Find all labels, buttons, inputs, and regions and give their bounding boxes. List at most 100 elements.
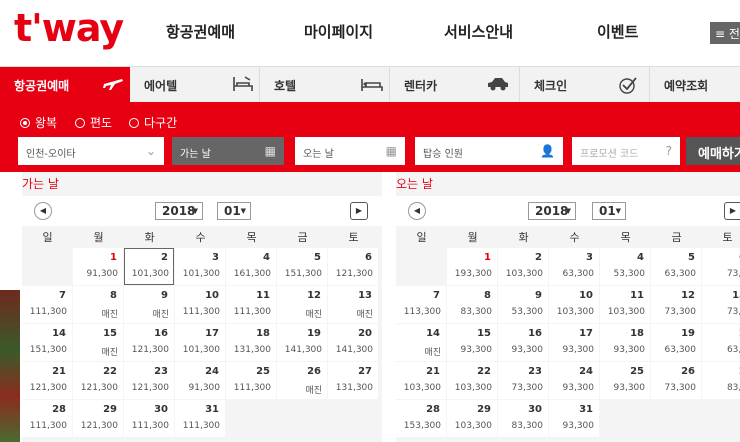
date-cell[interactable]: 8 83,300 <box>447 286 497 323</box>
calendar-header: ◀ 2018 ▼ 01 ▼ ▶ <box>22 196 382 226</box>
date-cell[interactable]: 1 91,300 <box>73 248 123 285</box>
date-cell[interactable]: 11 111,300 <box>226 286 276 323</box>
tab-rentcar[interactable]: 렌터카 <box>390 67 520 103</box>
date-cell[interactable]: 12 매진 <box>277 286 327 323</box>
return-date-field[interactable]: 오는 날 ▦ <box>295 137 405 165</box>
date-cell[interactable]: 13 73,3 <box>702 286 740 323</box>
fare-price: 63,3 <box>726 345 740 355</box>
date-cell[interactable]: 10 111,300 <box>175 286 225 323</box>
date-cell[interactable]: 16 121,300 <box>124 324 174 361</box>
date-cell[interactable]: 30 83,300 <box>498 400 548 437</box>
date-cell[interactable]: 4 161,300 <box>226 248 276 285</box>
all-menu-button[interactable]: ≡ 전 <box>710 22 740 44</box>
date-cell[interactable]: 28 153,300 <box>396 400 446 437</box>
year-select[interactable]: 2018 ▼ <box>528 202 576 220</box>
date-cell[interactable]: 2 101,300 <box>124 248 174 285</box>
tab-flight[interactable]: 항공권예매 <box>0 67 130 103</box>
tab-checkin[interactable]: 체크인 <box>520 67 650 103</box>
date-number: 26 <box>681 366 695 377</box>
date-cell[interactable]: 5 63,300 <box>651 248 701 285</box>
date-cell[interactable]: 23 73,300 <box>498 362 548 399</box>
route-select[interactable]: 인천-오이타 ⌄ <box>18 137 164 165</box>
date-cell[interactable]: 22 121,300 <box>73 362 123 399</box>
date-cell[interactable]: 3 101,300 <box>175 248 225 285</box>
date-cell[interactable]: 22 103,300 <box>447 362 497 399</box>
date-cell[interactable]: 19 63,300 <box>651 324 701 361</box>
date-cell[interactable]: 6 121,300 <box>328 248 378 285</box>
date-cell[interactable]: 24 93,300 <box>549 362 599 399</box>
prev-month-button[interactable]: ◀ <box>408 202 426 220</box>
date-cell[interactable]: 9 53,300 <box>498 286 548 323</box>
fare-price: 111,300 <box>131 421 169 431</box>
date-cell[interactable]: 4 53,300 <box>600 248 650 285</box>
depart-date-field[interactable]: 가는 날 ▦ <box>172 137 284 165</box>
passenger-field[interactable]: 탑승 인원 👤 <box>415 137 563 165</box>
date-cell[interactable]: 17 93,300 <box>549 324 599 361</box>
trip-oneway-radio[interactable]: 편도 <box>75 114 112 131</box>
date-cell[interactable]: 14 매진 <box>396 324 446 361</box>
nav-mypage[interactable]: 마이페이지 <box>304 21 373 42</box>
date-cell[interactable]: 7 113,300 <box>396 286 446 323</box>
date-cell[interactable]: 24 91,300 <box>175 362 225 399</box>
nav-booking[interactable]: 항공권예매 <box>166 21 235 42</box>
date-cell[interactable]: 5 151,300 <box>277 248 327 285</box>
date-cell[interactable]: 8 매진 <box>73 286 123 323</box>
date-cell[interactable]: 23 121,300 <box>124 362 174 399</box>
date-cell[interactable]: 7 111,300 <box>22 286 72 323</box>
nav-service[interactable]: 서비스안내 <box>444 21 513 42</box>
date-cell[interactable]: 26 매진 <box>277 362 327 399</box>
date-cell[interactable]: 18 93,300 <box>600 324 650 361</box>
date-cell[interactable]: 17 101,300 <box>175 324 225 361</box>
date-cell[interactable]: 30 111,300 <box>124 400 174 437</box>
trip-multi-radio[interactable]: 다구간 <box>129 114 177 131</box>
date-cell[interactable]: 31 93,300 <box>549 400 599 437</box>
date-cell[interactable]: 26 73,300 <box>651 362 701 399</box>
date-number: 12 <box>681 290 695 301</box>
date-cell[interactable]: 673,3 <box>702 248 740 285</box>
date-cell[interactable]: 283,3 <box>702 362 740 399</box>
date-cell[interactable]: 263,3 <box>702 324 740 361</box>
date-cell[interactable]: 25 93,300 <box>600 362 650 399</box>
nav-event[interactable]: 이벤트 <box>597 21 638 42</box>
tway-logo[interactable]: t'way <box>14 6 124 50</box>
next-month-button[interactable]: ▶ <box>724 202 740 220</box>
date-cell[interactable]: 12 73,300 <box>651 286 701 323</box>
date-cell[interactable]: 10 103,300 <box>549 286 599 323</box>
prev-month-button[interactable]: ◀ <box>34 202 52 220</box>
date-cell[interactable]: 15 매진 <box>73 324 123 361</box>
tab-airtel[interactable]: 에어텔 <box>130 67 260 103</box>
date-cell[interactable]: 21 121,300 <box>22 362 72 399</box>
date-cell[interactable]: 20 141,300 <box>328 324 378 361</box>
date-cell[interactable]: 14 151,300 <box>22 324 72 361</box>
date-cell[interactable]: 15 93,300 <box>447 324 497 361</box>
date-cell[interactable]: 11 103,300 <box>600 286 650 323</box>
date-cell[interactable]: 2 103,300 <box>498 248 548 285</box>
date-cell[interactable]: 29 103,300 <box>447 400 497 437</box>
fare-price: 103,300 <box>454 383 492 393</box>
weekday-label: 화 <box>518 231 529 244</box>
promo-code-input[interactable]: 프로모션 코드 ? <box>572 137 680 165</box>
next-month-button[interactable]: ▶ <box>350 202 368 220</box>
fare-price: 111,300 <box>233 307 271 317</box>
date-cell[interactable]: 16 93,300 <box>498 324 548 361</box>
date-cell[interactable]: 1 193,300 <box>447 248 497 285</box>
date-cell[interactable]: 31 111,300 <box>175 400 225 437</box>
date-cell[interactable]: 25 111,300 <box>226 362 276 399</box>
month-select[interactable]: 01 ▼ <box>217 202 251 220</box>
tab-hotel[interactable]: 호텔 <box>260 67 390 103</box>
trip-roundtrip-radio[interactable]: 왕복 <box>20 114 57 131</box>
tab-reservation[interactable]: 예약조회 <box>650 67 740 103</box>
radio-label: 편도 <box>90 116 113 130</box>
date-cell[interactable]: 21 103,300 <box>396 362 446 399</box>
month-select[interactable]: 01 ▼ <box>592 202 626 220</box>
date-cell[interactable]: 27 131,300 <box>328 362 378 399</box>
date-cell[interactable]: 18 131,300 <box>226 324 276 361</box>
date-cell[interactable]: 13 매진 <box>328 286 378 323</box>
date-cell[interactable]: 19 141,300 <box>277 324 327 361</box>
date-cell[interactable]: 9 매진 <box>124 286 174 323</box>
year-select[interactable]: 2018 ▼ <box>155 202 203 220</box>
date-cell[interactable]: 28 111,300 <box>22 400 72 437</box>
book-button[interactable]: 예매하기 <box>686 137 740 165</box>
date-cell[interactable]: 3 63,300 <box>549 248 599 285</box>
date-cell[interactable]: 29 121,300 <box>73 400 123 437</box>
